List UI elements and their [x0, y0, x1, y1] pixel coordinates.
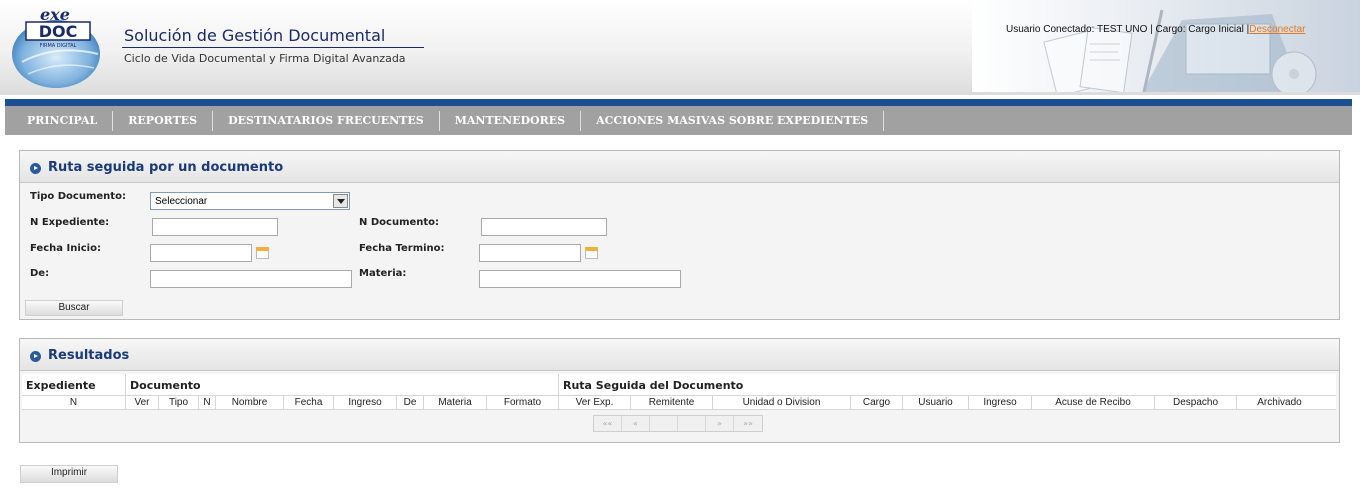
app-header: exe DOC FIRMA DIGITAL Solución de Gestió… — [0, 0, 1360, 95]
menu-item-destinatarios-frecuentes[interactable]: DESTINATARIOS FRECUENTES — [213, 110, 440, 131]
column-header[interactable]: Formato — [487, 396, 559, 409]
column-header[interactable]: Cargo — [851, 396, 903, 409]
column-header[interactable]: Ingreso — [969, 396, 1032, 409]
materia-label: Materia: — [359, 268, 407, 279]
column-header[interactable]: Ingreso — [334, 396, 397, 409]
calendar-icon[interactable] — [256, 247, 269, 259]
first-page-button[interactable]: «« — [594, 416, 622, 431]
app-title: Solución de Gestión Documental — [124, 26, 386, 45]
column-header[interactable]: Ver Exp. — [559, 396, 631, 409]
fecha-inicio-input[interactable] — [150, 244, 252, 262]
last-page-button[interactable]: »» — [734, 416, 762, 431]
search-panel-title: Ruta seguida por un documento — [48, 160, 284, 175]
results-panel-title: Resultados — [48, 348, 130, 363]
results-panel-header: Resultados — [20, 339, 1339, 371]
materia-input[interactable] — [479, 270, 681, 288]
page-count — [678, 416, 706, 431]
table-column-header-row: N Ver Tipo N Nombre Fecha Ingreso De Mat… — [22, 396, 1336, 410]
next-page-button[interactable]: » — [706, 416, 734, 431]
de-label: De: — [30, 268, 50, 279]
column-header[interactable]: Remitente — [631, 396, 713, 409]
column-header[interactable]: Despacho — [1155, 396, 1237, 409]
n-expediente-label: N Expediente: — [30, 217, 110, 228]
fecha-termino-input[interactable] — [479, 244, 581, 262]
menu-item-reportes[interactable]: REPORTES — [113, 110, 214, 131]
pagination-bar: «« « » »» — [593, 415, 763, 432]
prev-page-button[interactable]: « — [622, 416, 650, 431]
search-panel: Ruta seguida por un documento Tipo Docum… — [19, 150, 1340, 320]
column-header[interactable]: Archivado — [1237, 396, 1322, 409]
user-info-bar: Usuario Conectado: TEST UNO | Cargo: Car… — [1006, 24, 1305, 35]
header-decoration-image — [972, 0, 1360, 92]
tipo-documento-select[interactable]: Seleccionar — [150, 192, 350, 210]
title-rule — [122, 47, 424, 48]
n-expediente-input[interactable] — [152, 218, 278, 236]
column-header[interactable]: Ver — [126, 396, 159, 409]
column-header[interactable]: Tipo — [159, 396, 199, 409]
svg-text:DOC: DOC — [39, 22, 78, 41]
arrow-bullet-icon — [30, 351, 41, 362]
arrow-bullet-icon — [30, 163, 41, 174]
page-number-input[interactable] — [650, 416, 678, 431]
n-documento-label: N Documento: — [359, 217, 440, 228]
menu-item-acciones-masivas[interactable]: ACCIONES MASIVAS SOBRE EXPEDIENTES — [581, 110, 885, 131]
buscar-button[interactable]: Buscar — [25, 300, 123, 316]
exedoc-logo: exe DOC FIRMA DIGITAL — [12, 5, 100, 88]
nav-top-border — [5, 99, 1352, 106]
table-group-header-row: Expediente Documento Ruta Seguida del Do… — [22, 374, 1336, 396]
column-header[interactable]: Unidad o Division — [713, 396, 851, 409]
app-subtitle: Ciclo de Vida Documental y Firma Digital… — [124, 52, 406, 65]
tipo-documento-label: Tipo Documento: — [30, 191, 126, 202]
search-panel-header: Ruta seguida por un documento — [20, 151, 1339, 183]
column-header[interactable]: Acuse de Recibo — [1032, 396, 1155, 409]
column-header[interactable]: Fecha — [284, 396, 334, 409]
n-documento-input[interactable] — [481, 218, 607, 236]
results-panel: Resultados Expediente Documento Ruta Seg… — [19, 338, 1340, 443]
menu-item-mantenedores[interactable]: MANTENEDORES — [440, 110, 582, 131]
menu-item-principal[interactable]: PRINCIPAL — [5, 110, 114, 131]
de-input[interactable] — [150, 270, 352, 288]
column-header[interactable]: Usuario — [903, 396, 969, 409]
main-menu: PRINCIPAL REPORTES DESTINATARIOS FRECUEN… — [5, 106, 1352, 135]
user-info-text: Usuario Conectado: TEST UNO | Cargo: Car… — [1006, 24, 1250, 35]
column-header[interactable]: N — [199, 396, 216, 409]
column-header[interactable]: N — [22, 396, 126, 409]
fecha-inicio-label: Fecha Inicio: — [30, 243, 101, 254]
results-table: Expediente Documento Ruta Seguida del Do… — [22, 374, 1336, 410]
imprimir-button[interactable]: Imprimir — [20, 465, 118, 483]
chevron-down-icon[interactable] — [333, 194, 348, 208]
svg-text:FIRMA DIGITAL: FIRMA DIGITAL — [40, 43, 77, 49]
logout-link[interactable]: Desconectar — [1249, 24, 1305, 35]
group-header-expediente: Expediente — [22, 374, 126, 395]
column-header[interactable]: Nombre — [216, 396, 284, 409]
column-header[interactable]: De — [397, 396, 424, 409]
column-header[interactable]: Materia — [424, 396, 487, 409]
group-header-documento: Documento — [126, 374, 559, 395]
fecha-termino-label: Fecha Termino: — [359, 243, 445, 254]
calendar-icon[interactable] — [585, 247, 598, 259]
tipo-documento-selected: Seleccionar — [155, 196, 208, 207]
group-header-ruta-seguida: Ruta Seguida del Documento — [563, 379, 744, 392]
